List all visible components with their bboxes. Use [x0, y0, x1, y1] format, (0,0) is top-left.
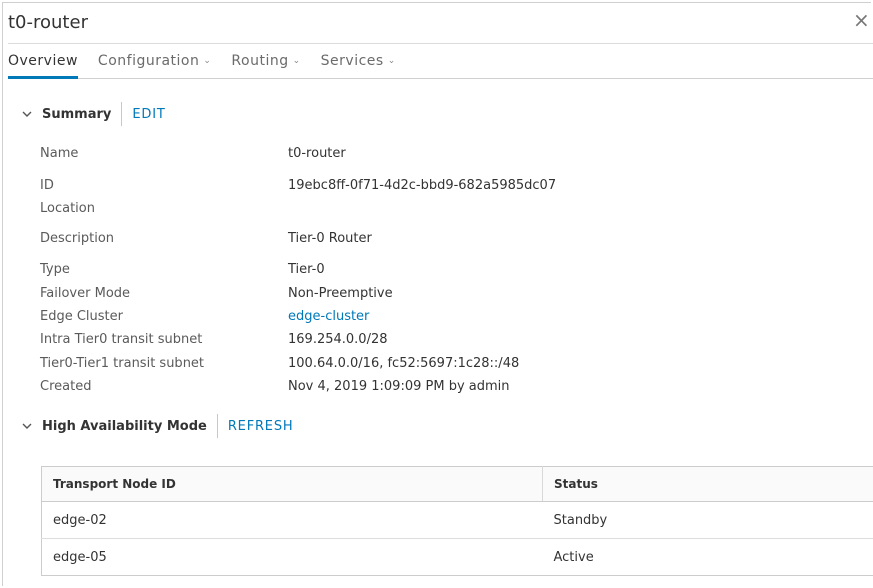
tab-label: Overview [8, 53, 78, 69]
node-id-cell: edge-05 [41, 538, 543, 576]
edit-button[interactable]: EDIT [132, 107, 165, 122]
tab-bar: Overview Configuration ⌄ Routing ⌄ Servi… [8, 44, 873, 79]
chevron-down-icon[interactable] [20, 419, 34, 433]
chevron-down-icon[interactable] [20, 107, 34, 121]
field-label: Intra Tier0 transit subnet [40, 332, 203, 347]
tab-configuration[interactable]: Configuration ⌄ [98, 44, 212, 78]
column-header-status[interactable]: Status [542, 466, 873, 502]
field-label: Failover Mode [40, 286, 131, 301]
divider [121, 102, 123, 126]
field-value: t0-router [288, 146, 346, 161]
field-label: Tier0-Tier1 transit subnet [40, 356, 205, 371]
window-title: t0-router [8, 12, 88, 33]
column-header-transport-node-id[interactable]: Transport Node ID [41, 466, 543, 502]
field-label: ID [40, 178, 54, 193]
field-label: Created [40, 379, 92, 394]
tab-services[interactable]: Services ⌄ [321, 44, 396, 78]
field-label: Location [40, 201, 95, 216]
table-row[interactable]: edge-05 Active [41, 538, 873, 576]
tab-overview[interactable]: Overview [8, 44, 78, 79]
ha-table: Transport Node ID Status edge-02 Standby… [41, 466, 873, 576]
field-value: Tier-0 [288, 262, 325, 277]
ha-header: High Availability Mode REFRESH [20, 414, 293, 438]
tab-label: Routing [231, 53, 289, 69]
chevron-down-icon: ⌄ [203, 56, 212, 66]
edge-cluster-link[interactable]: edge-cluster [288, 309, 369, 325]
field-value: Non-Preemptive [288, 286, 393, 301]
summary-header: Summary EDIT [20, 102, 166, 126]
node-id-cell: edge-02 [41, 501, 543, 539]
table-header-row: Transport Node ID Status [41, 466, 873, 502]
tab-label: Services [320, 53, 384, 69]
section-title: High Availability Mode [42, 418, 207, 434]
tab-routing[interactable]: Routing ⌄ [231, 44, 300, 78]
field-value: 100.64.0.0/16, fc52:5697:1c28::/48 [288, 356, 520, 371]
field-label: Type [40, 262, 70, 277]
field-value: Nov 4, 2019 1:09:09 PM by admin [288, 379, 510, 394]
status-cell: Standby [542, 501, 873, 539]
chevron-down-icon: ⌄ [292, 56, 301, 66]
chevron-down-icon: ⌄ [387, 56, 396, 66]
tab-label: Configuration [97, 53, 200, 69]
field-label: Name [40, 146, 79, 161]
status-cell: Active [542, 538, 873, 576]
field-value: 169.254.0.0/28 [288, 332, 388, 347]
field-label: Description [40, 231, 115, 246]
table-row[interactable]: edge-02 Standby [41, 501, 873, 539]
field-label: Edge Cluster [40, 309, 123, 324]
section-title: Summary [42, 106, 112, 122]
field-value: 19ebc8ff-0f71-4d2c-bbd9-682a5985dc07 [288, 178, 557, 193]
divider [216, 414, 218, 438]
close-icon[interactable]: × [853, 10, 870, 30]
field-value: Tier-0 Router [288, 231, 372, 246]
refresh-button[interactable]: REFRESH [228, 419, 294, 434]
